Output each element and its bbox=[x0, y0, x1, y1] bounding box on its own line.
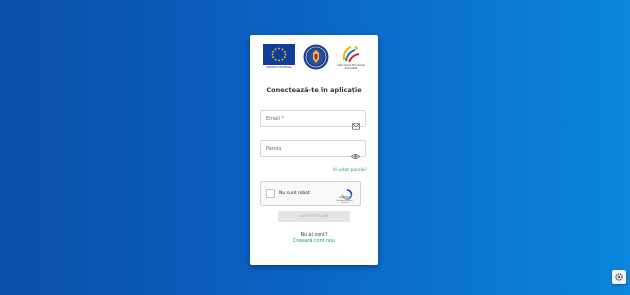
email-field[interactable]: Email * bbox=[260, 110, 366, 130]
login-button[interactable]: AUTENTIFICARE bbox=[278, 211, 350, 222]
recaptcha-links[interactable]: Confidențialitate - Termeni bbox=[334, 200, 356, 204]
recaptcha-label: Nu sunt robot bbox=[279, 190, 310, 196]
eu-flag-logo: UNIUNEA EUROPEANĂ bbox=[263, 44, 295, 72]
gear-icon bbox=[615, 273, 623, 281]
logo-strip: UNIUNEA EUROPEANĂ Instrumente Structural… bbox=[263, 44, 367, 72]
structural-instruments-caption: Instrumente Structurale 2014-2020 bbox=[337, 64, 365, 70]
mail-icon bbox=[352, 115, 360, 134]
page-title: Conectează-te în aplicație bbox=[266, 86, 362, 94]
forgot-password-link[interactable]: Ai uitat parola? bbox=[333, 168, 367, 173]
login-card: UNIUNEA EUROPEANĂ Instrumente Structural… bbox=[250, 35, 378, 265]
email-label: Email * bbox=[266, 115, 284, 122]
settings-button[interactable] bbox=[612, 270, 626, 284]
password-field[interactable]: Parola bbox=[260, 140, 366, 159]
create-account-link[interactable]: Creează cont nou bbox=[250, 239, 378, 244]
government-seal-logo bbox=[303, 44, 329, 70]
no-account-text: Nu ai cont? bbox=[300, 233, 328, 238]
password-label: Parola bbox=[266, 145, 282, 152]
eye-toggle-icon[interactable] bbox=[351, 145, 360, 164]
eu-caption: UNIUNEA EUROPEANĂ bbox=[266, 66, 292, 69]
recaptcha-checkbox[interactable] bbox=[266, 189, 275, 198]
structural-instruments-logo: Instrumente Structurale 2014-2020 bbox=[335, 44, 367, 72]
recaptcha-widget: Nu sunt robot reCAPTCHA Confidențialitat… bbox=[260, 181, 361, 206]
